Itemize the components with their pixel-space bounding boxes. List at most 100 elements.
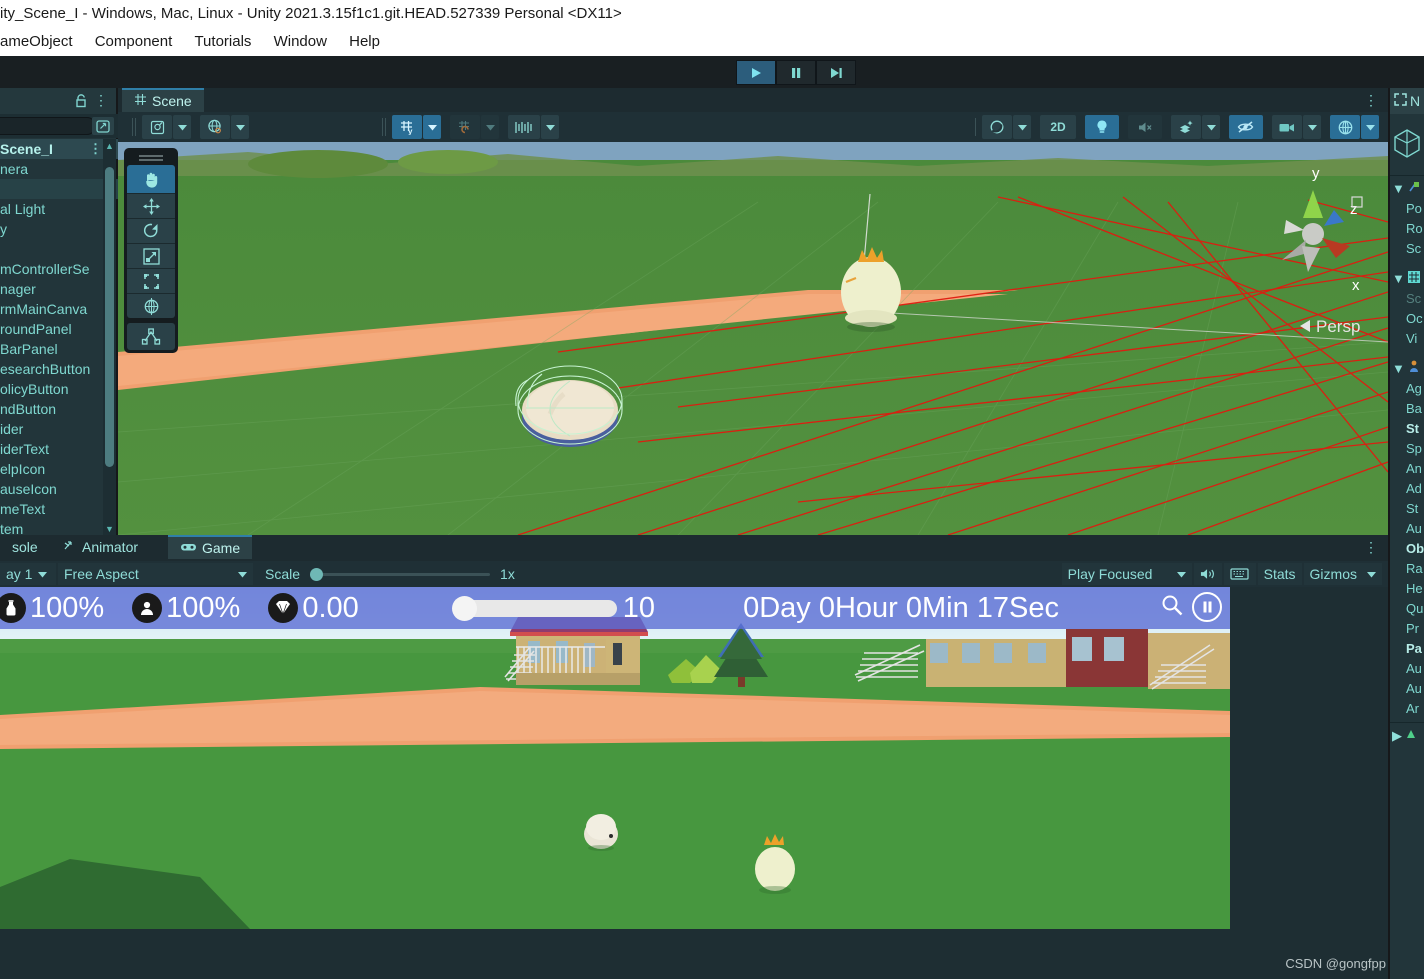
scene-camera-button[interactable]	[1272, 115, 1302, 139]
inspector-field-base[interactable]: Ba	[1390, 399, 1424, 419]
step-button[interactable]	[816, 60, 856, 85]
pause-button[interactable]	[776, 60, 816, 85]
ruler-button[interactable]	[508, 115, 540, 139]
inspector-field-audio-2[interactable]: Au	[1390, 679, 1424, 699]
draw-mode-dropdown[interactable]	[173, 115, 191, 139]
hierarchy-item-selected[interactable]	[0, 179, 118, 199]
inspector-field-age[interactable]: Ag	[1390, 379, 1424, 399]
hand-tool-button[interactable]	[127, 165, 175, 193]
inspector-field-scale[interactable]: Sc	[1390, 239, 1424, 259]
speed-slider-knob[interactable]	[451, 595, 477, 621]
chevron-right-icon[interactable]: ▶	[1392, 726, 1402, 746]
inspector-group-params[interactable]: Pa	[1390, 639, 1424, 659]
chevron-down-icon[interactable]: ▼	[1392, 269, 1405, 289]
scene-options-icon[interactable]: ⋮	[89, 140, 102, 158]
rect-tool-button[interactable]	[127, 268, 175, 293]
hierarchy-item-researchbutton[interactable]: esearchButton	[0, 359, 118, 379]
inspector-field-adult[interactable]: Ad	[1390, 479, 1424, 499]
draw-mode-button[interactable]	[142, 115, 172, 139]
effects-button[interactable]	[1171, 115, 1201, 139]
inspector-field-visible[interactable]: Vi	[1390, 329, 1424, 349]
inspector-field-position[interactable]: Po	[1390, 199, 1424, 219]
scene-canvas[interactable]: y z x Persp	[118, 142, 1388, 535]
scene-visibility-button[interactable]	[1229, 115, 1263, 139]
gizmo-sphere-button[interactable]	[982, 115, 1012, 139]
component-header-character[interactable]: ▼	[1390, 359, 1424, 379]
hierarchy-item-slider[interactable]: ider	[0, 419, 118, 439]
stats-button[interactable]: Stats	[1257, 563, 1302, 585]
hierarchy-item-manager[interactable]: nager	[0, 279, 118, 299]
lock-icon[interactable]	[75, 93, 88, 113]
inspector-field-state[interactable]: St	[1390, 499, 1424, 519]
scale-slider-group[interactable]: Scale 1x	[265, 566, 515, 582]
hud-pause-button[interactable]	[1192, 592, 1222, 622]
toggle-2d-button[interactable]: 2D	[1040, 115, 1076, 139]
hierarchy-item-blank[interactable]	[0, 239, 118, 259]
menu-item-help[interactable]: Help	[340, 28, 389, 56]
hierarchy-item-directional-light[interactable]: al Light	[0, 199, 118, 219]
hierarchy-options-icon[interactable]: ⋮	[94, 92, 108, 108]
transform-tool-button[interactable]	[127, 293, 175, 318]
hierarchy-item-policybutton[interactable]: olicyButton	[0, 379, 118, 399]
hierarchy-item-maincanvas[interactable]: rmMainCanva	[0, 299, 118, 319]
display-dropdown[interactable]: ay 1	[0, 563, 56, 585]
hierarchy-item-controllerset[interactable]: mControllerSe	[0, 259, 118, 279]
scene-tool-palette[interactable]	[124, 148, 178, 353]
inspector-field-animator[interactable]: Ar	[1390, 699, 1424, 719]
tab-animator[interactable]: Animator	[52, 535, 150, 559]
hierarchy-item-timetext[interactable]: meText	[0, 499, 118, 519]
effects-dropdown[interactable]	[1202, 115, 1220, 139]
scale-slider[interactable]	[310, 567, 491, 581]
inspector-field-script[interactable]: Sc	[1390, 289, 1424, 309]
inspector-field-rotation[interactable]: Ro	[1390, 219, 1424, 239]
component-header-transform[interactable]: ▼	[1390, 179, 1424, 199]
hierarchy-item-slidertext[interactable]: iderText	[0, 439, 118, 459]
aspect-dropdown[interactable]: Free Aspect	[58, 563, 253, 585]
audio-mute-button[interactable]	[1128, 115, 1162, 139]
scene-lighting-button[interactable]	[1085, 115, 1119, 139]
menu-item-window[interactable]: Window	[265, 28, 336, 56]
scale-tool-button[interactable]	[127, 243, 175, 268]
component-header-mesh[interactable]: ▼	[1390, 269, 1424, 289]
hierarchy-item-groundpanel[interactable]: roundPanel	[0, 319, 118, 339]
inspector-field-occlusion[interactable]: Oc	[1390, 309, 1424, 329]
scene-camera-dropdown[interactable]	[1303, 115, 1321, 139]
sort-icon[interactable]	[92, 117, 114, 135]
hierarchy-item-helpicon[interactable]: elpIcon	[0, 459, 118, 479]
inspector-group-status[interactable]: St	[1390, 419, 1424, 439]
hud-speed-control[interactable]: 10	[451, 592, 655, 625]
play-button[interactable]	[736, 60, 776, 85]
inspector-field-speed[interactable]: Sp	[1390, 439, 1424, 459]
scroll-down-icon[interactable]: ▼	[104, 522, 115, 535]
hierarchy-item-pauseicon[interactable]: auseIcon	[0, 479, 118, 499]
custom-editor-tool-button[interactable]	[127, 323, 175, 350]
menu-item-component[interactable]: Component	[86, 28, 182, 56]
component-header-collapsed[interactable]: ▶	[1390, 726, 1424, 746]
hierarchy-item-system[interactable]: tem	[0, 519, 118, 535]
palette-drag-handle[interactable]	[127, 151, 175, 165]
keyboard-shortcut-button[interactable]	[1223, 563, 1256, 585]
gizmos-toggle-button[interactable]	[1330, 115, 1360, 139]
inspector-field-range[interactable]: Ra	[1390, 559, 1424, 579]
chevron-down-icon[interactable]: ▼	[1392, 179, 1405, 199]
gizmos-dropdown[interactable]	[1361, 115, 1379, 139]
hierarchy-scrollbar[interactable]: ▲ ▼	[103, 139, 116, 535]
hierarchy-item-camera[interactable]: nera	[0, 159, 118, 179]
hierarchy-item-y[interactable]: y	[0, 219, 118, 239]
grid-axis-button[interactable]: y	[392, 115, 422, 139]
hierarchy-item-barpanel[interactable]: BarPanel	[0, 339, 118, 359]
tab-game[interactable]: Game	[168, 535, 253, 559]
tab-console[interactable]: sole	[0, 535, 50, 559]
lighting-dropdown[interactable]	[231, 115, 249, 139]
mute-audio-button[interactable]	[1193, 563, 1222, 585]
scrollbar-thumb[interactable]	[105, 167, 114, 467]
move-tool-button[interactable]	[127, 193, 175, 218]
inspector-field-auto[interactable]: Au	[1390, 519, 1424, 539]
inspector-field-quantity[interactable]: Qu	[1390, 599, 1424, 619]
inspector-field-health[interactable]: He	[1390, 579, 1424, 599]
snap-button[interactable]	[450, 115, 480, 139]
tab-scene[interactable]: Scene	[122, 88, 204, 112]
game-options-icon[interactable]: ⋮	[1364, 538, 1378, 556]
hierarchy-item-endbutton[interactable]: ndButton	[0, 399, 118, 419]
hierarchy-list[interactable]: Scene_I ⋮ nera al Light y mControllerSe …	[0, 139, 118, 535]
